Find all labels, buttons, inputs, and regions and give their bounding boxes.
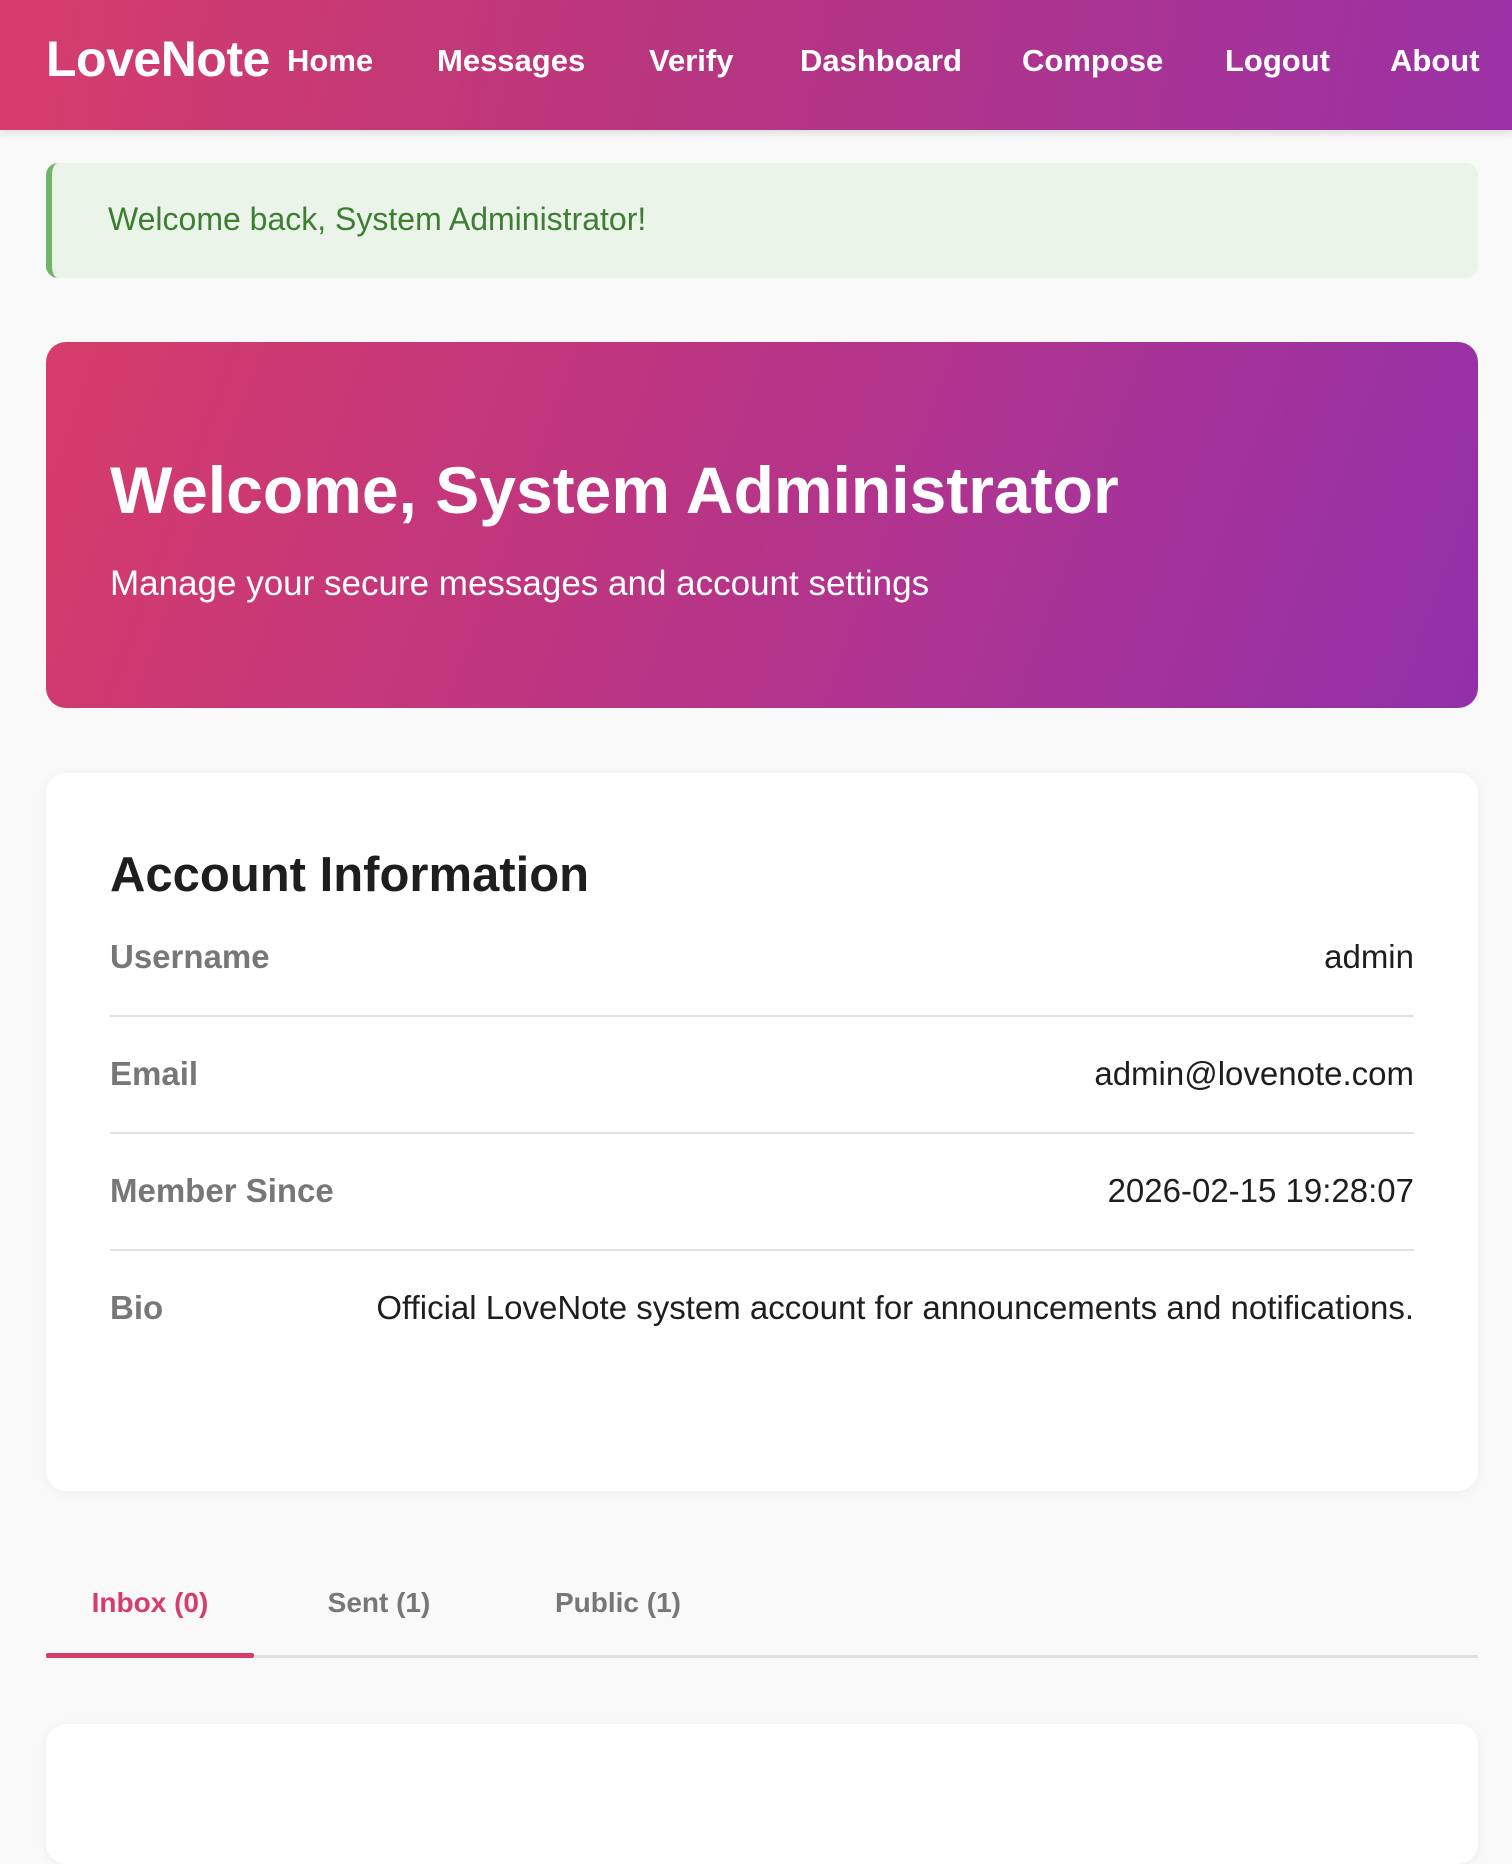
info-value: 2026-02-15 19:28:07 [1107, 1172, 1414, 1209]
nav-link-verify[interactable]: Verify [649, 43, 733, 79]
nav-link-messages[interactable]: Messages [437, 43, 585, 79]
nav-link-compose[interactable]: Compose [1022, 43, 1163, 79]
info-row-email: Email admin@lovenote.com [110, 1017, 1414, 1134]
info-row-bio: Bio Official LoveNote system account for… [110, 1251, 1414, 1368]
tab-label: Public (1) [554, 1587, 681, 1618]
info-value: admin [1324, 938, 1414, 975]
brand-logo[interactable]: LoveNote [46, 30, 270, 88]
tab-sent[interactable]: Sent (1) [309, 1558, 449, 1658]
nav-link-dashboard[interactable]: Dashboard [800, 43, 962, 79]
nav-link-home[interactable]: Home [287, 43, 373, 79]
message-tabs: Inbox (0) Sent (1) Public (1) [46, 1558, 1478, 1658]
info-label: Bio [110, 1289, 164, 1326]
hero-title: Welcome, System Administrator [110, 453, 1119, 527]
message-list-panel [46, 1724, 1478, 1864]
tab-inbox[interactable]: Inbox (0) [46, 1558, 254, 1658]
tab-public[interactable]: Public (1) [546, 1558, 690, 1658]
info-label: Username [110, 938, 270, 975]
info-label: Email [110, 1055, 199, 1092]
info-label: Member Since [110, 1172, 334, 1209]
account-info-card: Account Information Username admin Email… [46, 773, 1478, 1491]
tab-label: Inbox (0) [91, 1587, 209, 1618]
nav-link-about[interactable]: About [1390, 43, 1480, 79]
hero-subtitle: Manage your secure messages and account … [110, 564, 930, 603]
info-row-member-since: Member Since 2026-02-15 19:28:07 [110, 1134, 1414, 1251]
info-value: admin@lovenote.com [1094, 1055, 1414, 1092]
tab-label: Sent (1) [327, 1587, 431, 1618]
success-alert: Welcome back, System Administrator! [46, 163, 1478, 278]
welcome-hero: Welcome, System Administrator Manage you… [46, 342, 1478, 708]
alert-message: Welcome back, System Administrator! [108, 201, 647, 237]
account-info-title: Account Information [110, 848, 590, 902]
info-value: Official LoveNote system account for ann… [376, 1289, 1414, 1326]
nav-link-logout[interactable]: Logout [1225, 43, 1330, 79]
info-row-username: Username admin [110, 900, 1414, 1017]
top-navbar: LoveNote Home Messages Verify Dashboard … [0, 0, 1512, 130]
active-tab-indicator [46, 1653, 254, 1658]
